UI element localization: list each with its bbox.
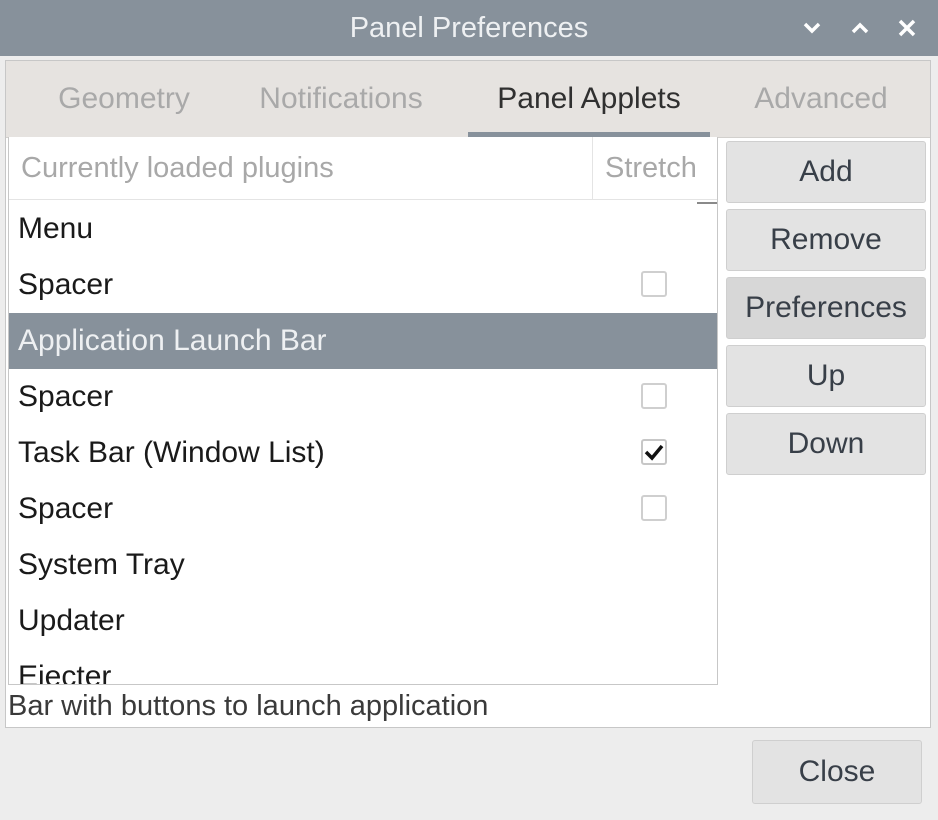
chevron-up-icon: [851, 22, 869, 34]
up-button[interactable]: Up: [726, 345, 926, 407]
title-bar[interactable]: Panel Preferences: [0, 0, 938, 56]
plugin-name: Task Bar (Window List): [18, 436, 325, 469]
plugin-name: Spacer: [18, 492, 114, 525]
plugin-name: Spacer: [18, 380, 114, 413]
plugin-row[interactable]: Spacer: [9, 257, 717, 313]
plugin-row[interactable]: System Tray: [9, 537, 717, 593]
close-button[interactable]: Close: [752, 740, 922, 804]
column-header-stretch[interactable]: Stretch: [592, 137, 717, 199]
add-button[interactable]: Add: [726, 141, 926, 203]
plugin-row[interactable]: Updater: [9, 593, 717, 649]
plugin-name: Spacer: [18, 268, 114, 301]
stretch-checkbox[interactable]: [641, 439, 667, 465]
tab-advanced[interactable]: Advanced: [744, 61, 898, 137]
tab-bar: Geometry Notifications Panel Applets Adv…: [6, 61, 930, 138]
minimize-button[interactable]: [797, 14, 827, 42]
preferences-button[interactable]: Preferences: [726, 277, 926, 339]
stretch-checkbox[interactable]: [641, 495, 667, 521]
stretch-checkbox[interactable]: [641, 271, 667, 297]
plugin-row[interactable]: Spacer: [9, 369, 717, 425]
plugin-name: System Tray: [18, 548, 185, 581]
plugins-list[interactable]: Currently loaded plugins Stretch Menu Spa…: [8, 137, 718, 685]
preferences-notebook: Geometry Notifications Panel Applets Adv…: [5, 60, 931, 728]
checkmark-icon: [644, 444, 664, 461]
plugin-name: Application Launch Bar: [18, 324, 327, 357]
list-header: Currently loaded plugins Stretch: [9, 137, 717, 200]
tab-panel-applets[interactable]: Panel Applets: [468, 61, 710, 137]
plugin-row[interactable]: Menu: [9, 201, 717, 257]
chevron-down-icon: [803, 22, 821, 34]
stretch-checkbox[interactable]: [641, 383, 667, 409]
plugin-row[interactable]: Ejecter: [9, 649, 717, 685]
tab-notifications[interactable]: Notifications: [244, 61, 438, 137]
close-icon: [898, 19, 916, 37]
plugin-name: Ejecter: [18, 660, 112, 685]
plugin-name: Updater: [18, 604, 125, 637]
tab-geometry[interactable]: Geometry: [34, 61, 214, 137]
down-button[interactable]: Down: [726, 413, 926, 475]
remove-button[interactable]: Remove: [726, 209, 926, 271]
plugin-row[interactable]: Spacer: [9, 481, 717, 537]
column-header-plugins[interactable]: Currently loaded plugins: [21, 137, 591, 199]
close-window-button[interactable]: [892, 14, 922, 42]
plugin-row[interactable]: Application Launch Bar: [9, 313, 717, 369]
plugin-description: Bar with buttons to launch application: [8, 690, 489, 722]
plugin-name: Menu: [18, 212, 94, 245]
maximize-button[interactable]: [845, 14, 875, 42]
plugin-rows: Menu Spacer Application Launch Bar Spacer Ta…: [9, 201, 717, 685]
plugin-row[interactable]: Task Bar (Window List): [9, 425, 717, 481]
